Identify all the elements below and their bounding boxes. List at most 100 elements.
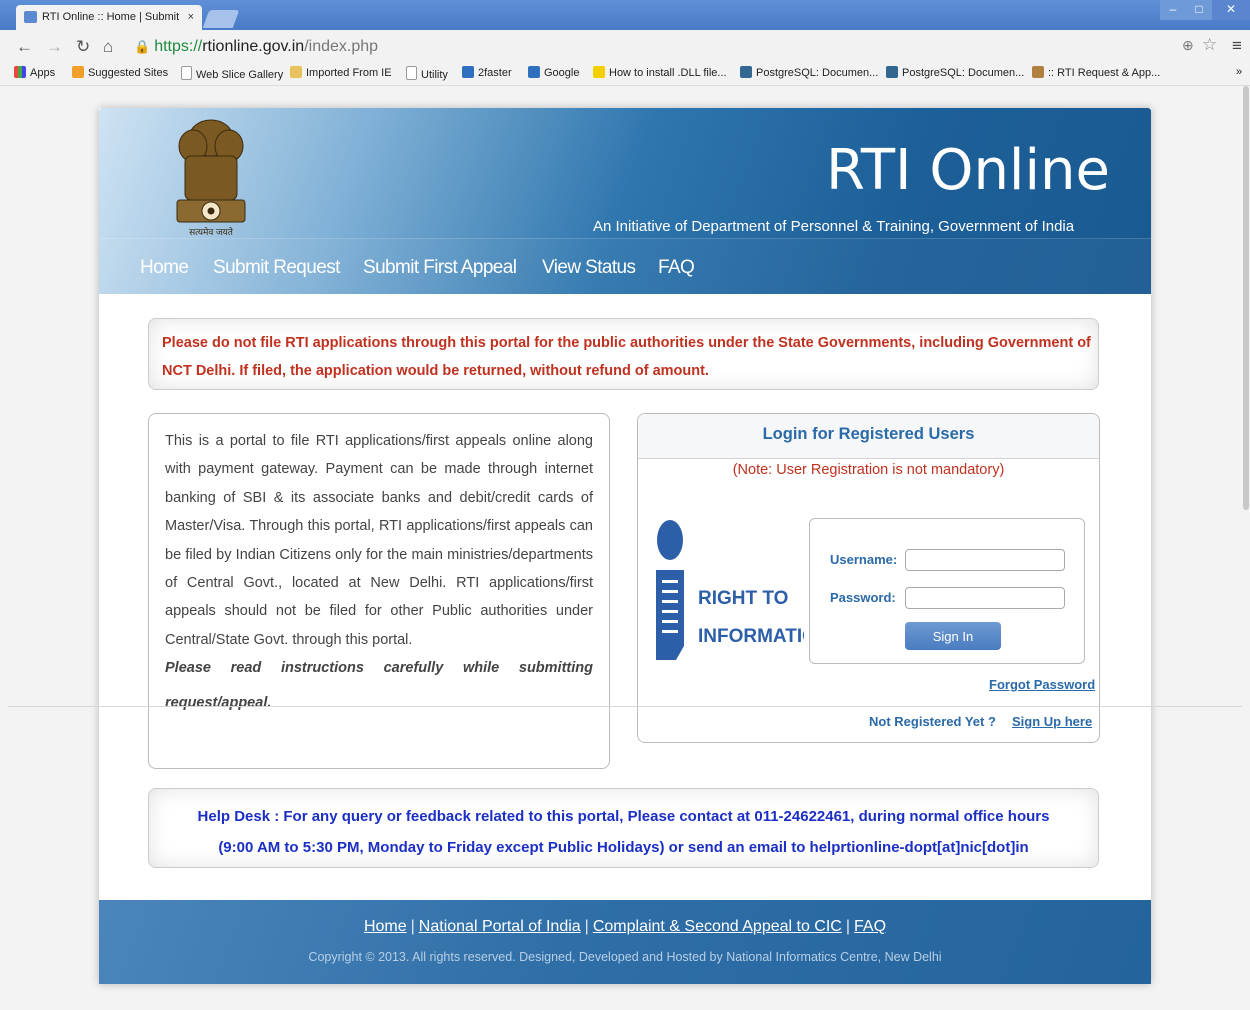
page-icon bbox=[406, 66, 417, 80]
login-panel: Login for Registered Users (Note: User R… bbox=[637, 413, 1100, 743]
window-titlebar: RTI Online :: Home | Submit × – □ ✕ bbox=[0, 0, 1250, 30]
bookmark-label: Suggested Sites bbox=[88, 67, 169, 79]
emblem-icon bbox=[1032, 66, 1044, 78]
reload-icon[interactable]: ↻ bbox=[76, 37, 90, 57]
not-registered-text: Not Registered Yet ? bbox=[869, 714, 996, 729]
bookmark-web-slice-gallery[interactable]: Web Slice Gallery bbox=[181, 66, 283, 81]
logo-line2: INFORMATION bbox=[698, 626, 804, 647]
credentials-box: Username: Password: Sign In bbox=[809, 518, 1085, 664]
bookmark-rti-request[interactable]: :: RTI Request & App... bbox=[1032, 66, 1160, 79]
bookmark-postgresql-2[interactable]: PostgreSQL: Documen... bbox=[886, 66, 1024, 79]
footer-link-faq[interactable]: FAQ bbox=[854, 918, 886, 935]
nav-home[interactable]: Home bbox=[140, 257, 189, 279]
bookmark-label: 2faster bbox=[478, 67, 512, 79]
suggested-sites-icon bbox=[72, 66, 84, 78]
forgot-password-link[interactable]: Forgot Password bbox=[989, 677, 1095, 692]
new-tab-button[interactable] bbox=[202, 10, 240, 28]
bookmark-label: PostgreSQL: Documen... bbox=[902, 67, 1025, 79]
address-bar-row: ← → ↻ ⌂ 🔒 https://rtionline.gov.in/index.… bbox=[0, 30, 1250, 62]
username-label: Username: bbox=[830, 552, 898, 567]
portal-description: This is a portal to file RTI application… bbox=[165, 433, 593, 648]
portal-info-box: This is a portal to file RTI application… bbox=[148, 413, 610, 769]
dll-icon bbox=[593, 66, 605, 78]
scrollbar[interactable] bbox=[1242, 86, 1250, 1010]
tab-title: RTI Online :: Home | Submit bbox=[42, 11, 180, 23]
password-label: Password: bbox=[830, 590, 896, 605]
bookmarks-overflow-icon[interactable]: » bbox=[1236, 66, 1242, 78]
home-icon[interactable]: ⌂ bbox=[103, 37, 113, 57]
page-container: सत्यमेव जयते RTI Online An Initiative of… bbox=[99, 108, 1151, 984]
bookmark-label: How to install .DLL file... bbox=[609, 67, 727, 79]
postgresql-icon bbox=[886, 66, 898, 78]
bookmark-label: Imported From IE bbox=[306, 67, 392, 79]
forward-icon[interactable]: → bbox=[46, 37, 63, 57]
instructions-note-line2: request/appeal. bbox=[165, 694, 272, 711]
footer-separator: | bbox=[845, 918, 851, 935]
bookmark-label: Web Slice Gallery bbox=[196, 69, 284, 81]
postgresql-icon bbox=[740, 66, 752, 78]
state-govt-warning: Please do not file RTI applications thro… bbox=[148, 318, 1099, 390]
bookmark-utility[interactable]: Utility bbox=[406, 66, 448, 81]
footer-separator: | bbox=[410, 918, 415, 935]
site-icon bbox=[528, 66, 540, 78]
sign-in-button[interactable]: Sign In bbox=[905, 622, 1001, 650]
copyright-text: Copyright © 2013. All rights reserved. D… bbox=[308, 950, 942, 964]
bookmark-dll[interactable]: How to install .DLL file... bbox=[593, 66, 727, 79]
minimize-icon[interactable]: – bbox=[1160, 0, 1186, 20]
bookmark-google[interactable]: Google bbox=[528, 66, 579, 79]
login-heading: Login for Registered Users bbox=[638, 414, 1099, 459]
favicon-icon bbox=[24, 11, 37, 23]
url-host: rtionline.gov.in bbox=[202, 38, 305, 55]
help-desk-line2: (9:00 AM to 5:30 PM, Monday to Friday ex… bbox=[218, 839, 1029, 856]
url-path: /index.php bbox=[304, 38, 379, 55]
lock-icon: 🔒 bbox=[134, 39, 151, 54]
divider bbox=[8, 706, 1242, 707]
url-scheme: https:// bbox=[154, 38, 203, 55]
browser-tab[interactable]: RTI Online :: Home | Submit × bbox=[16, 5, 202, 30]
page-icon bbox=[181, 66, 192, 80]
emblem-motto: सत्यमेव जयते bbox=[189, 226, 234, 237]
bookmarks-bar: Apps Suggested Sites Web Slice Gallery I… bbox=[0, 62, 1250, 86]
site-subtitle: An Initiative of Department of Personnel… bbox=[593, 218, 1075, 235]
main-nav: Home Submit Request Submit First Appeal … bbox=[99, 238, 1151, 295]
instructions-note-line1: Please read instructions carefully while… bbox=[165, 660, 593, 677]
logo-line1: RIGHT TO bbox=[698, 588, 788, 609]
bookmark-label: :: RTI Request & App... bbox=[1048, 67, 1161, 79]
footer-link-home[interactable]: Home bbox=[364, 918, 407, 935]
sign-up-link[interactable]: Sign Up here bbox=[1012, 714, 1092, 729]
bookmark-label: Google bbox=[544, 67, 580, 79]
bookmark-label: Utility bbox=[421, 69, 448, 81]
bookmark-label: PostgreSQL: Documen... bbox=[756, 67, 879, 79]
bookmark-imported-from-ie[interactable]: Imported From IE bbox=[290, 66, 392, 79]
help-desk-line1: Help Desk : For any query or feedback re… bbox=[197, 808, 1050, 825]
nav-view-status[interactable]: View Status bbox=[542, 257, 636, 279]
header-banner: सत्यमेव जयते RTI Online An Initiative of… bbox=[99, 108, 1151, 295]
help-desk-box: Help Desk : For any query or feedback re… bbox=[148, 788, 1099, 868]
nav-faq[interactable]: FAQ bbox=[658, 257, 695, 279]
nav-submit-request[interactable]: Submit Request bbox=[213, 257, 340, 279]
back-icon[interactable]: ← bbox=[16, 37, 33, 57]
username-input[interactable] bbox=[905, 549, 1065, 571]
bookmark-apps[interactable]: Apps bbox=[14, 66, 55, 79]
footer-separator: | bbox=[584, 918, 589, 935]
maximize-icon[interactable]: □ bbox=[1186, 0, 1212, 20]
footer-link-national-portal[interactable]: National Portal of India bbox=[419, 918, 581, 935]
password-input[interactable] bbox=[905, 587, 1065, 609]
footer-link-complaint-cic[interactable]: Complaint & Second Appeal to CIC bbox=[593, 918, 842, 935]
nav-submit-first-appeal[interactable]: Submit First Appeal bbox=[363, 257, 517, 279]
folder-icon bbox=[290, 66, 302, 78]
right-to-information-logo: RIGHT TO INFORMATION bbox=[656, 520, 804, 660]
bookmark-2faster[interactable]: 2faster bbox=[462, 66, 512, 79]
tab-close-icon[interactable]: × bbox=[188, 5, 194, 30]
bookmark-star-icon[interactable]: ☆ bbox=[1202, 35, 1217, 55]
menu-icon[interactable]: ≡ bbox=[1232, 36, 1242, 56]
zoom-icon[interactable]: ⊕ bbox=[1182, 37, 1194, 54]
bookmark-suggested-sites[interactable]: Suggested Sites bbox=[72, 66, 168, 79]
site-title: RTI Online bbox=[826, 138, 1110, 203]
site-icon bbox=[462, 66, 474, 78]
scrollbar-thumb[interactable] bbox=[1243, 86, 1249, 510]
close-window-icon[interactable]: ✕ bbox=[1212, 0, 1250, 20]
url-input[interactable]: 🔒 https://rtionline.gov.in/index.php bbox=[134, 36, 1194, 57]
bookmark-postgresql-1[interactable]: PostgreSQL: Documen... bbox=[740, 66, 878, 79]
bookmark-label: Apps bbox=[30, 67, 56, 79]
